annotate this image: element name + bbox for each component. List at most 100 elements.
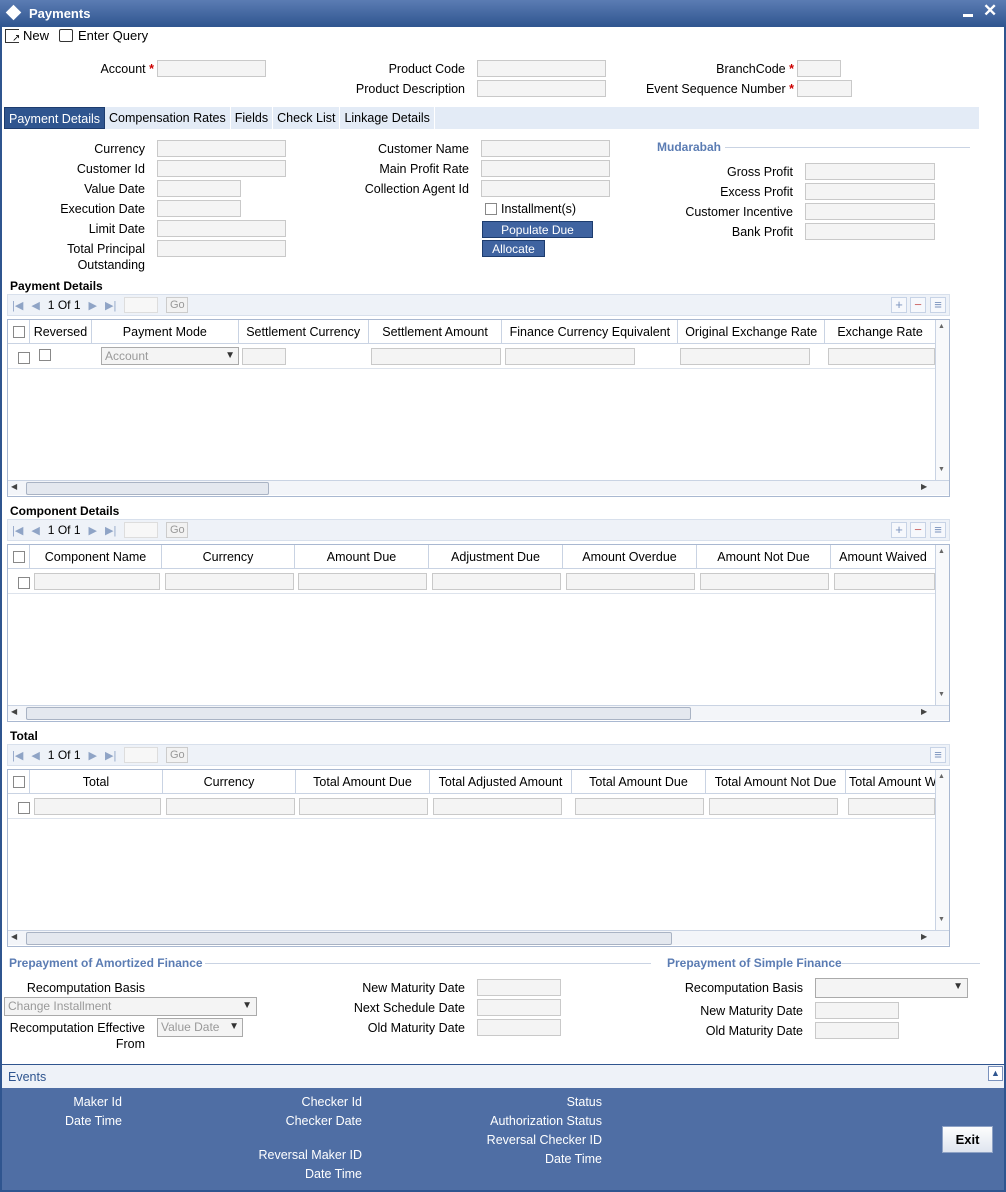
col-total-amount-due[interactable]: Total Amount Due xyxy=(296,770,430,793)
add-row-icon[interactable]: + xyxy=(891,297,907,313)
simple-recomputation-basis-select[interactable]: ▼ xyxy=(815,978,968,998)
account-input[interactable] xyxy=(157,60,266,77)
scroll-down-icon[interactable]: ▼ xyxy=(938,691,945,698)
add-row-icon[interactable]: + xyxy=(891,522,907,538)
total-amount-waived-input[interactable] xyxy=(848,798,935,815)
total-adjusted-amount-input[interactable] xyxy=(433,798,562,815)
select-all-checkbox[interactable] xyxy=(13,551,25,563)
scroll-left-icon[interactable]: ◀ xyxy=(11,932,17,941)
scroll-right-icon[interactable]: ▶ xyxy=(921,482,927,491)
prev-page-icon[interactable]: ◀ xyxy=(31,299,39,312)
old-maturity-date-input[interactable] xyxy=(477,1019,561,1036)
simple-old-maturity-date-input[interactable] xyxy=(815,1022,899,1039)
component-name-input[interactable] xyxy=(34,573,160,590)
enter-query-button[interactable]: Enter Query xyxy=(59,28,148,43)
select-all-checkbox[interactable] xyxy=(13,326,25,338)
scroll-up-icon[interactable]: ▲ xyxy=(938,548,945,555)
event-sequence-input[interactable] xyxy=(797,80,852,97)
populate-due-button[interactable]: Populate Due xyxy=(482,221,593,238)
prev-page-icon[interactable]: ◀ xyxy=(31,524,39,537)
currency-input[interactable] xyxy=(157,140,286,157)
col-adjustment-due[interactable]: Adjustment Due xyxy=(429,545,563,568)
total-grid-vscroll[interactable]: ▲ ▼ xyxy=(935,770,949,930)
next-page-icon[interactable]: ▶ xyxy=(89,299,97,312)
single-view-icon[interactable]: ≡ xyxy=(930,747,946,763)
col-amount-due[interactable]: Amount Due xyxy=(295,545,429,568)
page-input[interactable] xyxy=(124,747,159,763)
row-select-checkbox[interactable] xyxy=(18,352,30,364)
component-grid-vscroll[interactable]: ▲ ▼ xyxy=(935,545,949,705)
collapse-up-icon[interactable]: ▲ xyxy=(988,1066,1003,1081)
next-schedule-date-input[interactable] xyxy=(477,999,561,1016)
go-button[interactable]: Go xyxy=(166,522,189,538)
customer-id-input[interactable] xyxy=(157,160,286,177)
last-page-icon[interactable]: ▶| xyxy=(105,524,116,537)
scroll-up-icon[interactable]: ▲ xyxy=(938,773,945,780)
bank-profit-input[interactable] xyxy=(805,223,935,240)
col-original-exchange-rate[interactable]: Original Exchange Rate xyxy=(678,320,826,343)
col-settlement-currency[interactable]: Settlement Currency xyxy=(239,320,369,343)
single-view-icon[interactable]: ≡ xyxy=(930,522,946,538)
adjustment-due-input[interactable] xyxy=(432,573,561,590)
allocate-button[interactable]: Allocate xyxy=(482,240,545,257)
col-amount-overdue[interactable]: Amount Overdue xyxy=(563,545,697,568)
next-page-icon[interactable]: ▶ xyxy=(89,524,97,537)
page-input[interactable] xyxy=(124,297,159,313)
close-icon[interactable]: ✕ xyxy=(983,2,997,20)
tab-payment-details[interactable]: Payment Details xyxy=(4,107,106,129)
go-button[interactable]: Go xyxy=(166,297,189,313)
first-page-icon[interactable]: |◀ xyxy=(12,524,23,537)
delete-row-icon[interactable]: − xyxy=(910,522,926,538)
col-currency[interactable]: Currency xyxy=(163,770,296,793)
main-profit-rate-input[interactable] xyxy=(481,160,610,177)
currency-input[interactable] xyxy=(165,573,294,590)
settlement-amount-input[interactable] xyxy=(371,348,501,365)
col-finance-currency-equivalent[interactable]: Finance Currency Equivalent xyxy=(502,320,679,343)
recomputation-effective-select[interactable]: Value Date ▼ xyxy=(157,1018,243,1037)
col-exchange-rate[interactable]: Exchange Rate xyxy=(825,320,935,343)
total-grid-hscroll[interactable]: ◀ ▶ xyxy=(8,930,949,945)
col-component-name[interactable]: Component Name xyxy=(30,545,162,568)
new-maturity-date-input[interactable] xyxy=(477,979,561,996)
first-page-icon[interactable]: |◀ xyxy=(12,299,23,312)
value-date-input[interactable] xyxy=(157,180,241,197)
scroll-thumb[interactable] xyxy=(26,482,269,495)
limit-date-input[interactable] xyxy=(157,220,286,237)
col-total-amount-not-due[interactable]: Total Amount Not Due xyxy=(706,770,846,793)
new-button[interactable]: ↗ New xyxy=(5,28,49,43)
tab-compensation-rates[interactable]: Compensation Rates xyxy=(105,107,231,129)
col-amount-waived[interactable]: Amount Waived xyxy=(831,545,935,568)
collection-agent-input[interactable] xyxy=(481,180,610,197)
scroll-thumb[interactable] xyxy=(26,932,672,945)
exit-button[interactable]: Exit xyxy=(942,1126,993,1153)
col-total-amount-due-2[interactable]: Total Amount Due xyxy=(572,770,706,793)
finance-currency-equivalent-input[interactable] xyxy=(505,348,635,365)
excess-profit-input[interactable] xyxy=(805,183,935,200)
amount-not-due-input[interactable] xyxy=(700,573,829,590)
tab-check-list[interactable]: Check List xyxy=(273,107,341,129)
scroll-left-icon[interactable]: ◀ xyxy=(11,482,17,491)
col-payment-mode[interactable]: Payment Mode xyxy=(92,320,239,343)
select-all-checkbox[interactable] xyxy=(13,776,25,788)
next-page-icon[interactable]: ▶ xyxy=(89,749,97,762)
col-total-adjusted-amount[interactable]: Total Adjusted Amount xyxy=(430,770,572,793)
customer-incentive-input[interactable] xyxy=(805,203,935,220)
col-currency[interactable]: Currency xyxy=(162,545,295,568)
col-settlement-amount[interactable]: Settlement Amount xyxy=(369,320,503,343)
original-exchange-rate-input[interactable] xyxy=(680,348,810,365)
reversed-checkbox[interactable] xyxy=(39,349,51,361)
page-input[interactable] xyxy=(124,522,159,538)
branch-code-input[interactable] xyxy=(797,60,841,77)
gross-profit-input[interactable] xyxy=(805,163,935,180)
scroll-thumb[interactable] xyxy=(26,707,691,720)
total-amount-due-input[interactable] xyxy=(299,798,428,815)
payment-grid-vscroll[interactable]: ▲ ▼ xyxy=(935,320,949,480)
row-select-checkbox[interactable] xyxy=(18,802,30,814)
col-reversed[interactable]: Reversed xyxy=(30,320,92,343)
product-code-input[interactable] xyxy=(477,60,606,77)
total-input[interactable] xyxy=(34,798,161,815)
scroll-down-icon[interactable]: ▼ xyxy=(938,916,945,923)
currency-input[interactable] xyxy=(166,798,295,815)
col-total-amount-waived[interactable]: Total Amount W xyxy=(846,770,935,793)
scroll-up-icon[interactable]: ▲ xyxy=(938,323,945,330)
